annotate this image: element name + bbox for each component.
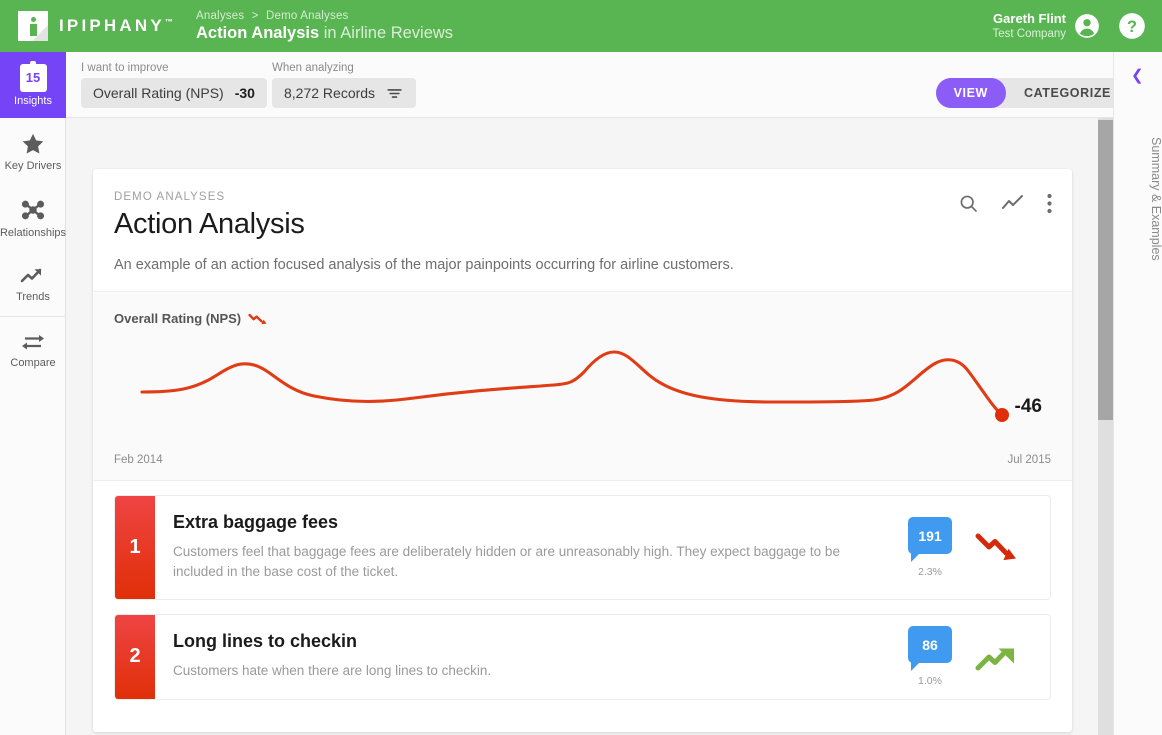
sparkline-svg [140,350,1009,422]
records-count: 8,272 Records [284,85,376,101]
line-chart-icon[interactable] [1001,193,1025,214]
insight-metrics: 191 2.3% [878,496,1050,599]
user-company: Test Company [992,27,1066,40]
records-filter-selector[interactable]: 8,272 Records [272,78,417,108]
breadcrumb-item-analyses[interactable]: Analyses [196,10,244,22]
insight-description: Customers feel that baggage fees are del… [173,544,840,579]
sidebar-item-key-drivers[interactable]: Key Drivers [0,118,66,184]
card-eyebrow: DEMO ANALYSES [114,191,226,203]
sidebar-item-label: Trends [16,290,50,303]
sidebar-item-insights[interactable]: 15 Insights [0,52,66,118]
page-title: Action Analysis in Airline Reviews [196,24,453,43]
insight-title: Extra baggage fees [173,512,339,532]
insights-count: 15 [25,70,41,85]
app-root: IPIPHANY™ Analyses > Demo Analyses Actio… [0,0,1162,735]
mention-count-badge: 86 1.0% [908,626,952,687]
sidebar-item-label: Insights [14,94,52,107]
right-panel-label[interactable]: Summary & Examples [1114,104,1162,294]
info-square-icon [18,11,48,41]
filter-icon [387,88,402,98]
breadcrumb-separator: > [251,9,259,22]
trend-down-icon [248,313,267,324]
rank-number: 1 [115,496,155,600]
more-vertical-icon[interactable] [1047,193,1052,214]
improve-label: I want to improve [81,62,169,74]
analyzing-label: When analyzing [272,62,354,74]
view-mode-toggle: VIEW CATEGORIZE [935,78,1129,108]
card-actions [958,193,1052,214]
page-title-context: in Airline Reviews [319,23,454,42]
analyzing-filter-group: When analyzing 8,272 Records [272,62,417,108]
trend-down-icon [975,533,1016,560]
breadcrumb: Analyses > Demo Analyses Action Analysis… [196,10,453,43]
tab-categorize[interactable]: CATEGORIZE [1006,78,1129,108]
list-item[interactable]: 1 Extra baggage fees Customers feel that… [114,495,1051,601]
card-header: DEMO ANALYSES Action Analysis An example… [93,169,1072,273]
analysis-card: DEMO ANALYSES Action Analysis An example… [93,169,1072,732]
scrollbar-thumb[interactable] [1098,120,1113,420]
user-area: Gareth Flint Test Company ? [992,0,1146,52]
network-nodes-icon [21,200,45,219]
page-title-main: Action Analysis [196,23,320,42]
mention-count: 191 [908,517,952,563]
sparkline-end-point [995,408,1009,422]
sparkline-chart: -46 [114,330,1051,460]
sidebar-item-label: Relationships [0,226,67,239]
top-header-bar: IPIPHANY™ Analyses > Demo Analyses Actio… [0,0,1162,52]
improve-metric-score: -30 [234,85,255,101]
left-sidebar: 15 Insights Key Drivers Relationships Tr… [0,52,66,735]
user-name: Gareth Flint [993,10,1066,26]
trend-up-icon [20,268,42,282]
chevron-left-icon[interactable]: ❮ [1131,68,1144,83]
improve-metric-name: Overall Rating (NPS) [93,85,224,101]
right-panel: ❮ Summary & Examples [1113,52,1162,735]
improve-metric-selector[interactable]: Overall Rating (NPS) -30 [81,78,267,108]
card-description: An example of an action focused analysis… [114,257,734,273]
user-identity: Gareth Flint Test Company [992,11,1066,42]
trend-chart-panel: Overall Rating (NPS) -46 Feb 2014 Jul 20… [93,291,1072,481]
chart-metric-name: Overall Rating (NPS) [114,311,242,326]
mention-count: 86 [908,626,952,672]
tab-view[interactable]: VIEW [935,78,1006,108]
insight-description: Customers hate when there are long lines… [173,663,492,679]
trend-up-icon [975,648,1014,671]
chart-metric-label: Overall Rating (NPS) [114,311,1051,326]
content-scrollbar[interactable] [1098,118,1113,735]
card-title: Action Analysis [114,208,305,240]
compare-arrows-icon [22,335,44,350]
insight-metrics: 86 1.0% [878,615,1050,699]
sidebar-item-label: Key Drivers [4,159,62,172]
list-item[interactable]: 2 Long lines to checkin Customers hate w… [114,614,1051,700]
sidebar-item-relationships[interactable]: Relationships [0,184,66,250]
svg-text:?: ? [1127,18,1137,36]
rank-number: 2 [115,615,155,699]
improve-filter-group: I want to improve Overall Rating (NPS) -… [81,62,267,108]
sidebar-item-label: Compare [10,357,56,369]
mention-percent: 1.0% [918,675,942,688]
breadcrumb-item-demo-analyses[interactable]: Demo Analyses [266,10,349,22]
sidebar-item-trends[interactable]: Trends [0,250,66,316]
star-icon [22,133,44,154]
help-circle-icon[interactable]: ? [1118,12,1146,40]
trademark-symbol: ™ [164,17,173,27]
insights-list: 1 Extra baggage fees Customers feel that… [93,481,1072,732]
mention-percent: 2.3% [918,566,942,579]
insight-title: Long lines to checkin [173,631,358,652]
main-content: DEMO ANALYSES Action Analysis An example… [66,118,1113,735]
search-icon[interactable] [958,193,979,214]
filter-bar: I want to improve Overall Rating (NPS) -… [66,52,1162,118]
mention-count-badge: 191 2.3% [908,517,952,578]
sidebar-item-compare[interactable]: Compare [0,316,66,382]
brand-logo[interactable]: IPIPHANY™ [0,11,190,41]
account-circle-icon[interactable] [1074,13,1100,39]
insight-body: Long lines to checkin Customers hate whe… [155,615,878,699]
sparkline-end-value: -46 [1014,396,1042,417]
brand-name: IPIPHANY™ [59,16,173,36]
brand-wordmark: IPIPHANY [59,16,165,35]
insight-body: Extra baggage fees Customers feel that b… [155,496,878,599]
insights-badge-icon: 15 [19,60,47,92]
